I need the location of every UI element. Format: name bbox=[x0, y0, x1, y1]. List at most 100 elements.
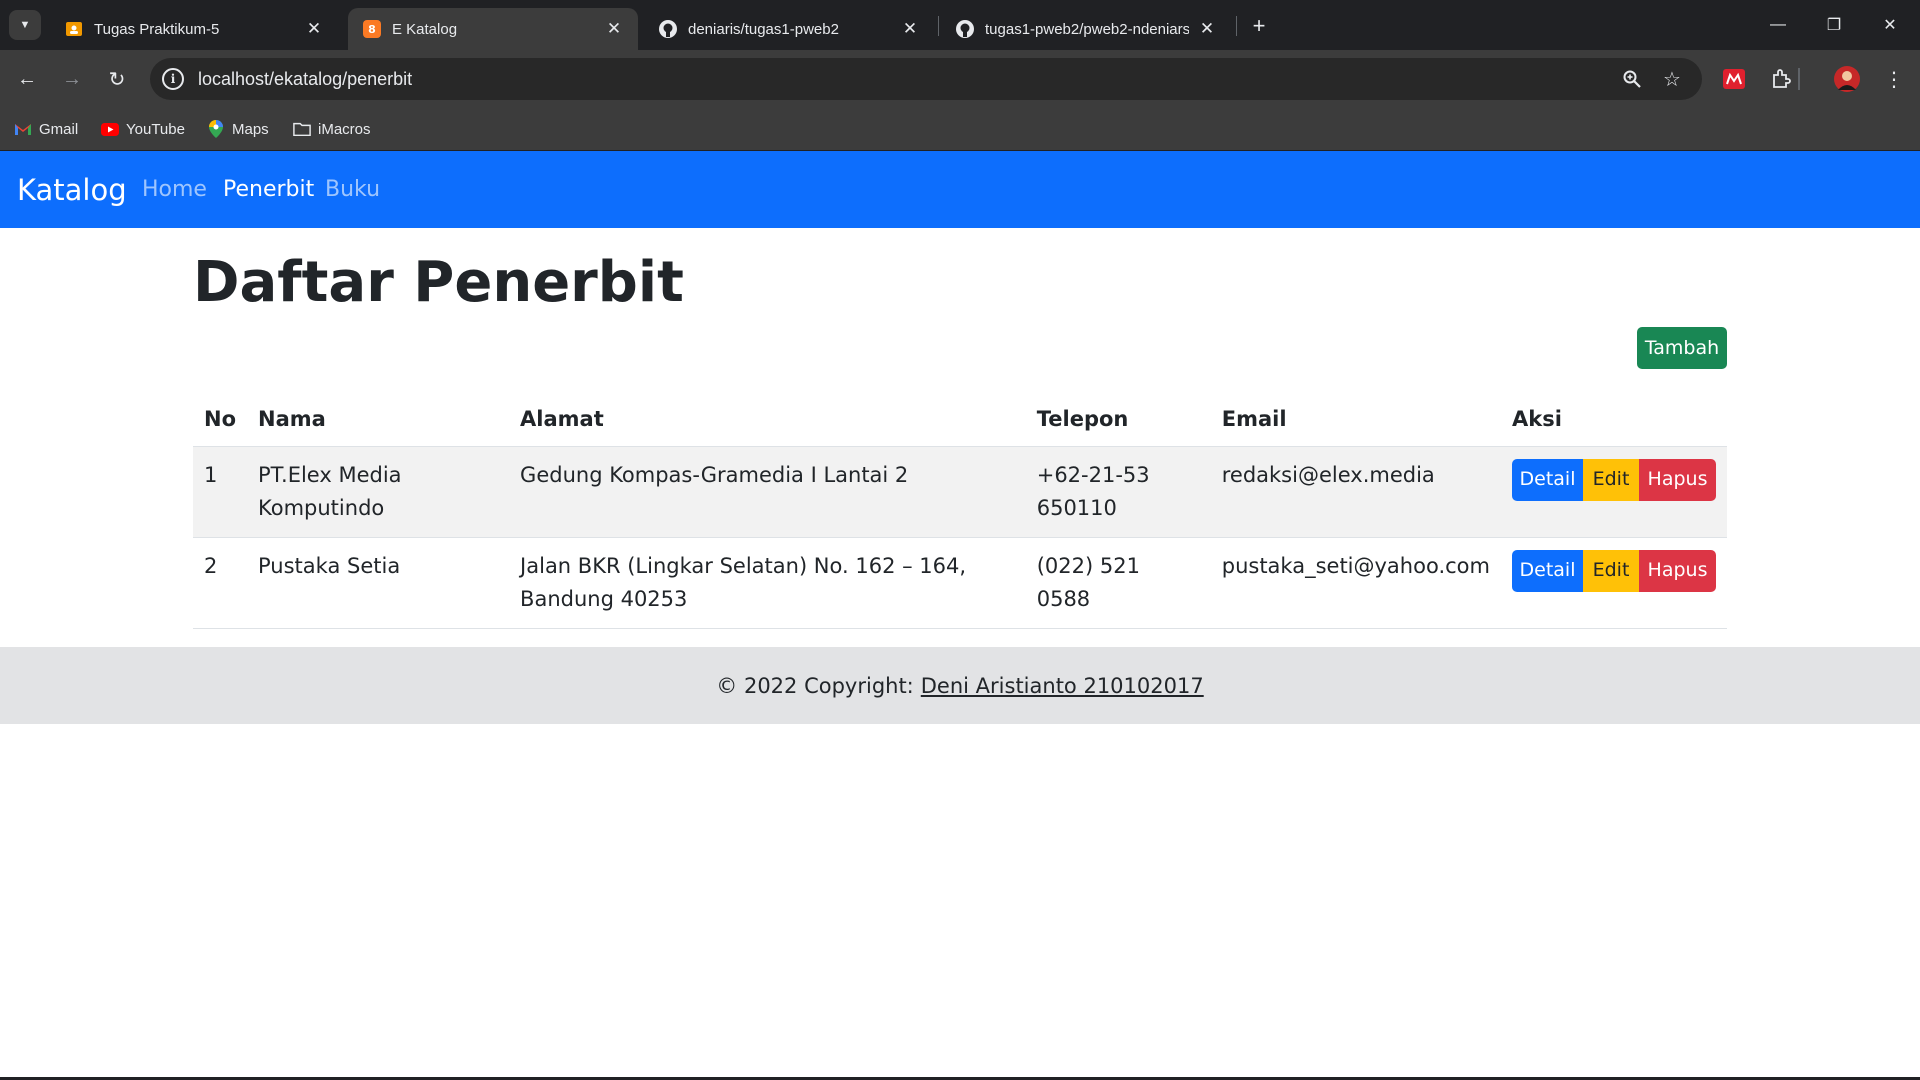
url-text[interactable]: localhost/ekatalog/penerbit bbox=[198, 69, 412, 90]
nav-link-home[interactable]: Home bbox=[142, 177, 207, 202]
bookmark-label: Maps bbox=[232, 120, 269, 138]
star-icon[interactable]: ☆ bbox=[1660, 67, 1684, 91]
app-navbar: Katalog Home Penerbit Buku bbox=[0, 151, 1920, 228]
tab-separator bbox=[1236, 16, 1237, 36]
browser-toolbar: ← → ↻ i localhost/ekatalog/penerbit ☆ ⋮ bbox=[0, 50, 1920, 108]
footer-author-link[interactable]: Deni Aristianto 210102017 bbox=[921, 674, 1204, 698]
detail-button[interactable]: Detail bbox=[1512, 458, 1583, 501]
table-header-row: No Nama Alamat Telepon Email Aksi bbox=[193, 396, 1727, 447]
classroom-icon bbox=[64, 19, 84, 39]
close-icon[interactable]: ✕ bbox=[1197, 19, 1217, 39]
maps-icon bbox=[207, 120, 225, 138]
toolbar-separator bbox=[1798, 68, 1800, 90]
tab-title: E Katalog bbox=[392, 20, 458, 38]
cell-telepon: (022) 521 0588 bbox=[1025, 537, 1211, 629]
kebab-menu-icon[interactable]: ⋮ bbox=[1878, 63, 1910, 95]
bookmarks-bar: Gmail YouTube Maps iMacros bbox=[0, 108, 1920, 151]
reload-icon: ↻ bbox=[108, 68, 126, 91]
bookmark-maps[interactable]: Maps bbox=[207, 116, 269, 142]
table-row: 2 Pustaka Setia Jalan BKR (Lingkar Selat… bbox=[193, 537, 1727, 629]
puzzle-icon[interactable] bbox=[1765, 63, 1797, 95]
column-header-no: No bbox=[193, 396, 248, 447]
bookmark-youtube[interactable]: YouTube bbox=[101, 116, 185, 142]
forward-button[interactable]: → bbox=[55, 62, 89, 96]
github-icon bbox=[658, 19, 678, 39]
cell-alamat: Jalan BKR (Lingkar Selatan) No. 162 – 16… bbox=[509, 537, 1026, 629]
address-bar[interactable]: i localhost/ekatalog/penerbit ☆ bbox=[150, 58, 1702, 100]
bookmark-label: iMacros bbox=[318, 120, 371, 138]
folder-icon bbox=[293, 120, 311, 138]
bookmark-imacros[interactable]: iMacros bbox=[293, 116, 371, 142]
action-group: Detail Edit Hapus bbox=[1512, 549, 1716, 592]
svg-text:8: 8 bbox=[368, 23, 376, 36]
delete-button[interactable]: Hapus bbox=[1639, 458, 1716, 501]
close-icon[interactable]: ✕ bbox=[900, 19, 920, 39]
xampp-icon: 8 bbox=[362, 19, 382, 39]
info-icon[interactable]: i bbox=[162, 68, 184, 90]
plus-icon: + bbox=[1252, 13, 1266, 38]
add-button[interactable]: Tambah bbox=[1637, 327, 1727, 369]
tab-tugas-praktikum[interactable]: Tugas Praktikum-5 ✕ bbox=[50, 8, 338, 50]
cell-telepon: +62-21-53650110 bbox=[1025, 446, 1211, 538]
chevron-down-icon: ▼ bbox=[19, 19, 31, 31]
tab-e-katalog[interactable]: 8 E Katalog ✕ bbox=[348, 8, 638, 50]
column-header-aksi: Aksi bbox=[1501, 396, 1727, 447]
column-header-email: Email bbox=[1210, 396, 1501, 447]
tab-title: tugas1-pweb2/pweb2-ndeniars bbox=[985, 20, 1189, 38]
tab-separator bbox=[938, 16, 939, 36]
gmail-icon bbox=[14, 120, 32, 138]
bookmark-label: YouTube bbox=[126, 120, 185, 138]
table-row: 1 PT.Elex Media Komputindo Gedung Kompas… bbox=[193, 446, 1727, 538]
bookmark-label: Gmail bbox=[39, 120, 79, 138]
github-icon bbox=[955, 19, 975, 39]
nav-link-penerbit[interactable]: Penerbit bbox=[223, 177, 314, 202]
publisher-table: No Nama Alamat Telepon Email Aksi 1 PT.E… bbox=[193, 396, 1727, 629]
cell-nama: PT.Elex Media Komputindo bbox=[247, 446, 510, 538]
arrow-left-icon: ← bbox=[17, 67, 37, 90]
nav-link-buku[interactable]: Buku bbox=[325, 177, 380, 202]
page-title: Daftar Penerbit bbox=[193, 250, 684, 315]
close-icon[interactable]: ✕ bbox=[304, 19, 324, 39]
close-window-button[interactable]: ✕ bbox=[1862, 0, 1918, 50]
tab-title: deniaris/tugas1-pweb2 bbox=[688, 20, 839, 38]
edit-button[interactable]: Edit bbox=[1583, 458, 1639, 501]
cell-no: 2 bbox=[193, 537, 248, 629]
copyright-text: © 2022 Copyright: bbox=[716, 673, 914, 698]
back-button[interactable]: ← bbox=[10, 62, 44, 96]
cell-email: pustaka_seti@yahoo.com bbox=[1210, 537, 1501, 629]
column-header-nama: Nama bbox=[247, 396, 510, 447]
tab-github-pweb2[interactable]: tugas1-pweb2/pweb2-ndeniars ✕ bbox=[941, 8, 1231, 50]
cell-aksi: Detail Edit Hapus bbox=[1501, 537, 1727, 629]
close-icon[interactable]: ✕ bbox=[604, 19, 624, 39]
new-tab-button[interactable]: + bbox=[1245, 12, 1273, 40]
column-header-alamat: Alamat bbox=[509, 396, 1026, 447]
restore-icon: ❐ bbox=[1826, 17, 1842, 34]
edit-button[interactable]: Edit bbox=[1583, 549, 1639, 592]
close-icon: ✕ bbox=[1883, 17, 1897, 34]
cell-email: redaksi@elex.media bbox=[1210, 446, 1501, 538]
zoom-icon[interactable] bbox=[1620, 67, 1644, 91]
cell-no: 1 bbox=[193, 446, 248, 538]
tab-github-deniaris[interactable]: deniaris/tugas1-pweb2 ✕ bbox=[644, 8, 934, 50]
minimize-button[interactable]: — bbox=[1750, 0, 1806, 50]
browser-tabstrip: ▼ Tugas Praktikum-5 ✕ 8 E Katalog ✕ deni… bbox=[0, 0, 1920, 50]
detail-button[interactable]: Detail bbox=[1512, 549, 1583, 592]
minimize-icon: — bbox=[1770, 16, 1786, 33]
cell-alamat: Gedung Kompas-Gramedia I Lantai 2 bbox=[509, 446, 1026, 538]
page-footer: © 2022 Copyright: Deni Aristianto 210102… bbox=[0, 647, 1920, 724]
restore-button[interactable]: ❐ bbox=[1806, 0, 1862, 50]
delete-button[interactable]: Hapus bbox=[1639, 549, 1716, 592]
bookmark-gmail[interactable]: Gmail bbox=[14, 116, 78, 142]
avatar[interactable] bbox=[1831, 63, 1863, 95]
extension-red-icon[interactable] bbox=[1718, 63, 1750, 95]
tab-title: Tugas Praktikum-5 bbox=[94, 20, 220, 38]
cell-aksi: Detail Edit Hapus bbox=[1501, 446, 1727, 538]
tab-search-button[interactable]: ▼ bbox=[9, 10, 41, 40]
action-group: Detail Edit Hapus bbox=[1512, 458, 1716, 501]
cell-nama: Pustaka Setia bbox=[247, 537, 510, 629]
youtube-icon bbox=[101, 120, 119, 138]
arrow-right-icon: → bbox=[62, 67, 82, 90]
column-header-telepon: Telepon bbox=[1025, 396, 1211, 447]
reload-button[interactable]: ↻ bbox=[100, 62, 134, 96]
navbar-brand[interactable]: Katalog bbox=[17, 173, 127, 207]
